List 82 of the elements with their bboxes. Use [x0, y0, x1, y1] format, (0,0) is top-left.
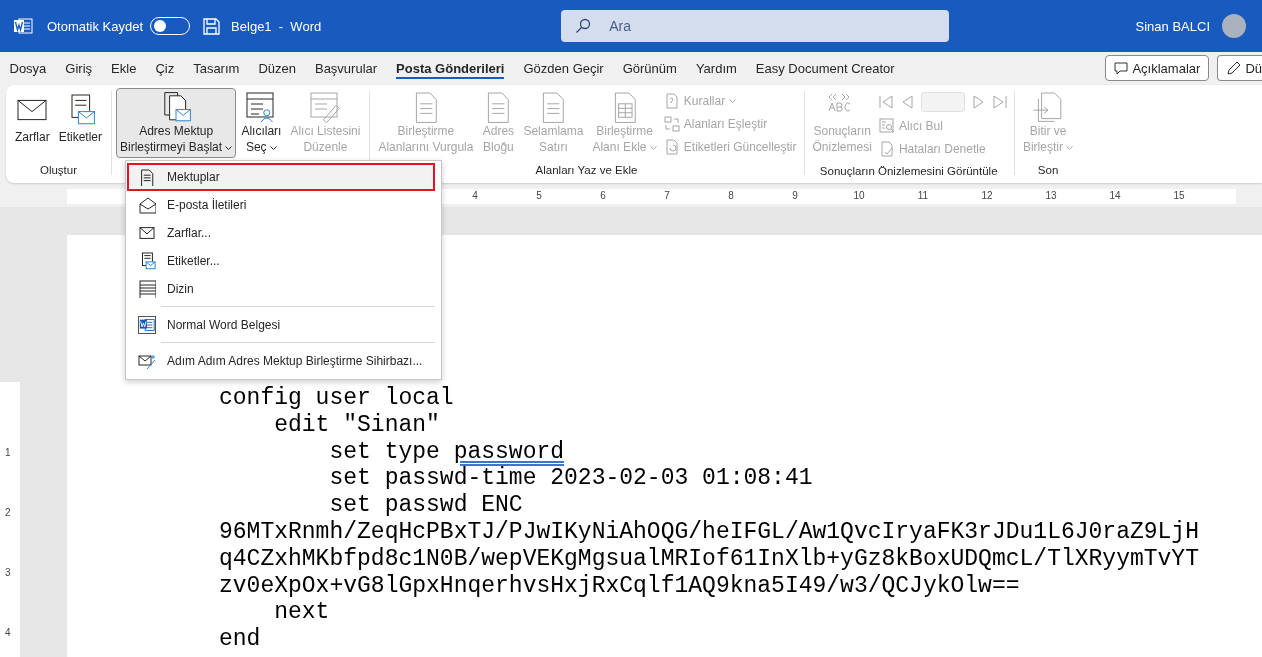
caret-icon — [1066, 146, 1074, 151]
document-magnifier-icon — [878, 118, 895, 134]
speech-bubble-icon — [1114, 61, 1129, 75]
menu-item[interactable]: Etiketler... — [127, 247, 435, 275]
group-label: Alanları Yaz ve Ekle — [534, 163, 639, 178]
code-line: q4CZxhMKbfpd8c1N0B/wepVEKgMgsualMRIof61InXlb+yGz8kBoxUDQmcL/TlXRyymTvYT — [219, 545, 1200, 573]
search-icon — [575, 18, 592, 34]
list-icon — [138, 280, 156, 298]
ruler-number: 15 — [1173, 190, 1185, 201]
avatar[interactable] — [1222, 14, 1246, 38]
code-line: config user local — [219, 385, 455, 412]
ruler-number: 9 — [792, 190, 798, 201]
group-label: Sonuçların Önizlemesini Görüntüle — [818, 164, 999, 179]
pencil-icon — [1226, 60, 1242, 76]
open-envelope-icon — [138, 196, 156, 214]
ribbon-tab[interactable]: Dosya — [0, 52, 56, 84]
ribbon-button[interactable]: Zarflar — [11, 88, 54, 158]
document-icon — [138, 168, 156, 186]
group-label: Son — [1036, 163, 1060, 178]
ribbon-tab[interactable]: Easy Document Creator — [746, 52, 905, 84]
ruler-number: 6 — [600, 190, 606, 201]
exchange-icon — [663, 116, 680, 132]
editing-button[interactable]: Dü — [1217, 55, 1262, 81]
group-label: Oluştur — [38, 163, 79, 178]
ruler-number: 10 — [853, 190, 865, 201]
ribbon-tab[interactable]: Gözden Geçir — [514, 52, 614, 84]
save-icon[interactable] — [203, 17, 221, 35]
ruler-number: 12 — [981, 190, 993, 201]
envelope-icon — [138, 224, 156, 242]
document-refresh-icon — [663, 139, 680, 155]
ruler-number: 7 — [664, 190, 670, 201]
menu-item[interactable]: Adım Adım Adres Mektup Birleştirme Sihirbazı... — [127, 347, 435, 375]
ruler-number: 2 — [5, 506, 11, 518]
code-line: edit "Sinan" — [273, 411, 441, 439]
search-field[interactable]: Ara — [561, 10, 950, 42]
document-check-icon — [878, 141, 895, 157]
comments-button[interactable]: Açıklamalar — [1105, 55, 1210, 81]
ribbon-tab[interactable]: Tasarım — [183, 52, 249, 84]
ribbon-tab[interactable]: Giriş — [55, 52, 102, 84]
ruler-number: 13 — [1045, 190, 1057, 201]
word-logo-icon[interactable] — [13, 17, 33, 35]
ribbon-button[interactable]: Adres Mektup Birleştirmeyi Başlat — [116, 88, 237, 158]
ribbon-tab[interactable]: Başvurular — [305, 52, 387, 84]
ribbon-tab[interactable]: Yardım — [686, 52, 747, 84]
ruler-number: 5 — [536, 190, 542, 201]
document-question-icon — [663, 93, 680, 109]
ruler-number: 11 — [917, 190, 929, 201]
autosave-label: Otomatik Kaydet — [47, 18, 144, 34]
ruler-number: 3 — [5, 566, 11, 578]
menu-item[interactable]: Normal Word Belgesi — [127, 311, 435, 339]
ribbon-tab[interactable]: Düzen — [248, 52, 306, 84]
menu-item[interactable]: Mektuplar — [127, 163, 435, 191]
envelope-wand-icon — [138, 352, 156, 370]
code-line: 96MTxRnmh/ZeqHcPBxTJ/PJwIKyNiAhOQG/heIFGL/Aw1QvcIryaFK3rJDu1L6J0raZ9LjH — [219, 519, 1200, 546]
code-line: set passwd-time 2023-02-03 01:08:41 — [328, 465, 814, 493]
table-pencil-icon — [309, 91, 342, 123]
ribbon-tab[interactable]: Görünüm — [613, 52, 687, 84]
caret-icon — [225, 146, 233, 151]
ruler-number: 14 — [1109, 190, 1121, 201]
code-line: set type password — [328, 438, 566, 466]
ribbon-tab[interactable]: Ekle — [101, 52, 146, 84]
ribbon-button[interactable]: Alıcıları Seç — [237, 88, 286, 158]
caret-icon — [269, 146, 277, 151]
document-title: Belge1 - Word — [231, 18, 322, 34]
code-line: next — [273, 599, 331, 627]
ruler-number: 4 — [472, 190, 478, 201]
menu-item[interactable]: Dizin — [127, 275, 435, 303]
caret-icon — [729, 98, 737, 104]
ruler-number: 1 — [5, 446, 11, 458]
ribbon-tab[interactable]: Çiz — [145, 52, 184, 84]
code-line: end — [219, 626, 262, 653]
ribbon-button[interactable]: Etiketler — [54, 88, 107, 158]
code-line: zv0eXpOx+vG8lGpxHnqerhvsHxjRxCqlf1AQ9kna5I49/w3/QCJykOlw== — [219, 572, 1021, 600]
ruler-number: 4 — [5, 626, 11, 638]
code-line: set passwd ENC — [328, 492, 524, 519]
user-name[interactable]: Sinan BALCI — [1135, 18, 1210, 34]
ribbon-tab[interactable]: Posta Gönderileri — [386, 52, 514, 84]
menu-item[interactable]: Zarflar... — [127, 219, 435, 247]
menu-item[interactable]: E-posta İletileri — [127, 191, 435, 219]
ruler-number: 8 — [728, 190, 734, 201]
caret-icon — [649, 146, 657, 151]
word-document-icon — [138, 316, 156, 334]
